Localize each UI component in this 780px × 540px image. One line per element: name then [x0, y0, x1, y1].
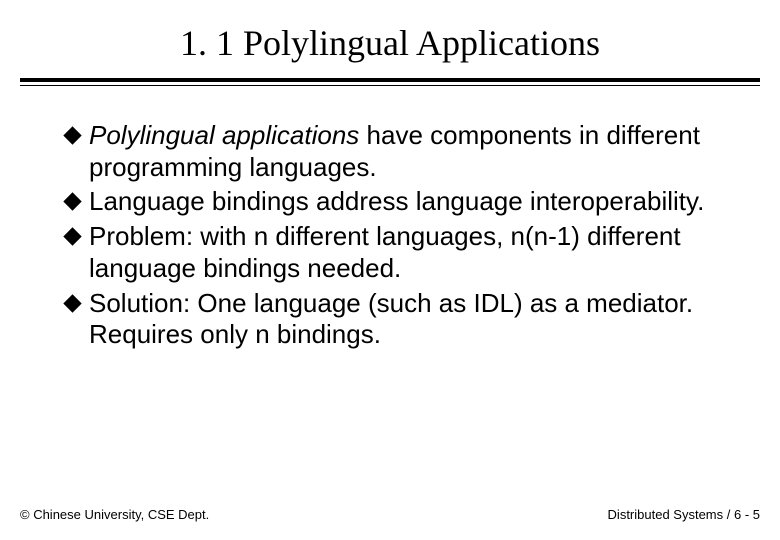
bullet-text: Language bindings address language inter…	[89, 186, 720, 218]
list-item: Problem: with n different languages, n(n…	[64, 221, 720, 284]
bullet-rest: Language bindings address language inter…	[89, 186, 704, 216]
bullet-text: Polylingual applications have components…	[89, 120, 720, 183]
diamond-bullet-icon	[63, 193, 81, 211]
list-item: Polylingual applications have components…	[64, 120, 720, 183]
diamond-bullet-icon	[63, 294, 81, 312]
bullet-text: Solution: One language (such as IDL) as …	[89, 288, 720, 351]
list-item: Language bindings address language inter…	[64, 186, 720, 218]
emphasis-text: Polylingual applications	[89, 120, 359, 150]
title-divider	[20, 78, 760, 86]
slide: 1. 1 Polylingual Applications Polylingua…	[0, 0, 780, 540]
footer-left: © Chinese University, CSE Dept.	[20, 507, 209, 522]
bullet-rest: Solution: One language (such as IDL) as …	[89, 288, 693, 350]
footer-right: Distributed Systems / 6 - 5	[608, 507, 760, 522]
slide-footer: © Chinese University, CSE Dept. Distribu…	[20, 507, 760, 522]
diamond-bullet-icon	[63, 126, 81, 144]
bullet-text: Problem: with n different languages, n(n…	[89, 221, 720, 284]
bullet-rest: Problem: with n different languages, n(n…	[89, 221, 681, 283]
slide-body: Polylingual applications have components…	[0, 86, 780, 351]
slide-title: 1. 1 Polylingual Applications	[0, 0, 780, 78]
list-item: Solution: One language (such as IDL) as …	[64, 288, 720, 351]
diamond-bullet-icon	[63, 227, 81, 245]
